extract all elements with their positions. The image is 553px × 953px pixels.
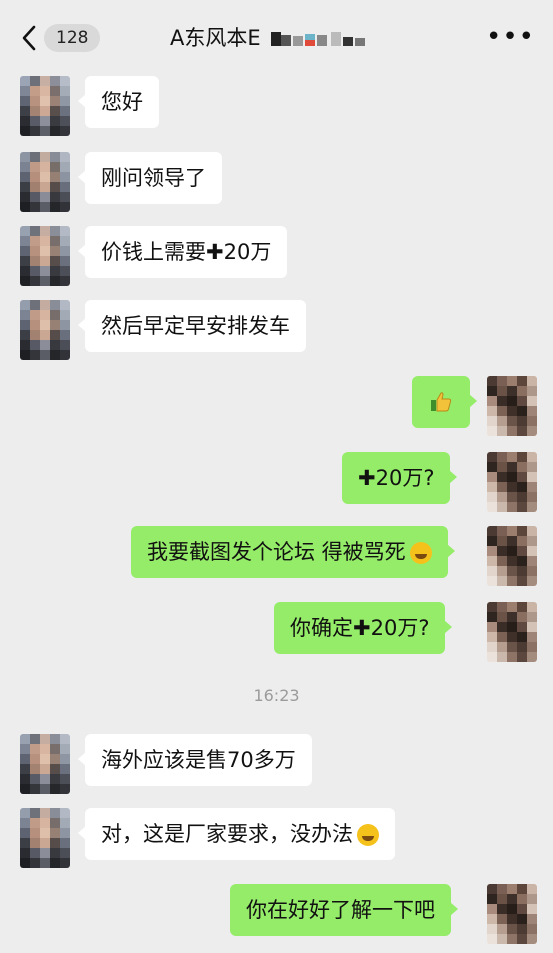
message-text: 您好 [101, 90, 143, 114]
my-avatar[interactable] [487, 884, 537, 944]
incoming-message[interactable]: 对，这是厂家要求，没办法 [78, 808, 395, 860]
my-avatar[interactable] [487, 526, 537, 586]
contact-avatar[interactable] [20, 808, 70, 868]
message-text: 海外应该是售70多万 [101, 748, 296, 772]
incoming-message[interactable]: 刚问领导了 [78, 152, 222, 204]
message-text: 你在好好了解一下吧 [246, 898, 435, 922]
chevron-left-icon [22, 25, 36, 51]
contact-avatar[interactable] [20, 226, 70, 286]
message-text: 我要截图发个论坛 得被骂死 [147, 540, 406, 564]
laughing-crying-emoji-icon [409, 542, 432, 564]
my-avatar[interactable] [487, 452, 537, 512]
chat-header: 128 A东风本E ••• [0, 0, 553, 72]
message-timestamp: 16:23 [253, 686, 300, 705]
incoming-message[interactable]: 您好 [78, 76, 159, 128]
message-text: 然后早定早安排发车 [101, 314, 290, 338]
outgoing-message[interactable]: 我要截图发个论坛 得被骂死 [131, 526, 455, 578]
laughing-crying-emoji-icon [357, 824, 379, 846]
my-avatar[interactable] [487, 602, 537, 662]
chat-title-text: A东风本E [170, 26, 261, 50]
message-text: 对，这是厂家要求，没办法 [101, 822, 353, 846]
contact-avatar[interactable] [20, 300, 70, 360]
more-options-button[interactable]: ••• [486, 24, 535, 50]
contact-avatar[interactable] [20, 76, 70, 136]
my-avatar[interactable] [487, 376, 537, 436]
unread-count-badge[interactable]: 128 [44, 24, 101, 52]
contact-avatar[interactable] [20, 152, 70, 212]
message-text: ✚20万? [358, 466, 435, 490]
back-button[interactable] [14, 20, 44, 56]
contact-avatar[interactable] [20, 734, 70, 794]
incoming-message[interactable]: 价钱上需要✚20万 [77, 226, 288, 278]
incoming-message[interactable]: 海外应该是售70多万 [78, 734, 312, 786]
message-text: 刚问领导了 [101, 166, 206, 190]
chat-message-list[interactable]: 您好 刚问领导了 价钱上需要✚20万 然后早定早安排发车 ✚20万? 我要截图发… [0, 72, 553, 953]
outgoing-message[interactable]: 你在好好了解一下吧 [230, 884, 458, 936]
thumbs-up-icon [431, 392, 452, 412]
chat-title: A东风本E [170, 22, 380, 54]
outgoing-message[interactable]: ✚20万? [342, 452, 458, 504]
outgoing-message[interactable]: 你确定✚20万? [274, 602, 453, 654]
redacted-title-blur [271, 32, 366, 46]
message-text: 你确定✚20万? [290, 616, 430, 640]
outgoing-message[interactable] [412, 376, 477, 428]
message-text: 价钱上需要✚20万 [101, 240, 272, 264]
incoming-message[interactable]: 然后早定早安排发车 [78, 300, 306, 352]
